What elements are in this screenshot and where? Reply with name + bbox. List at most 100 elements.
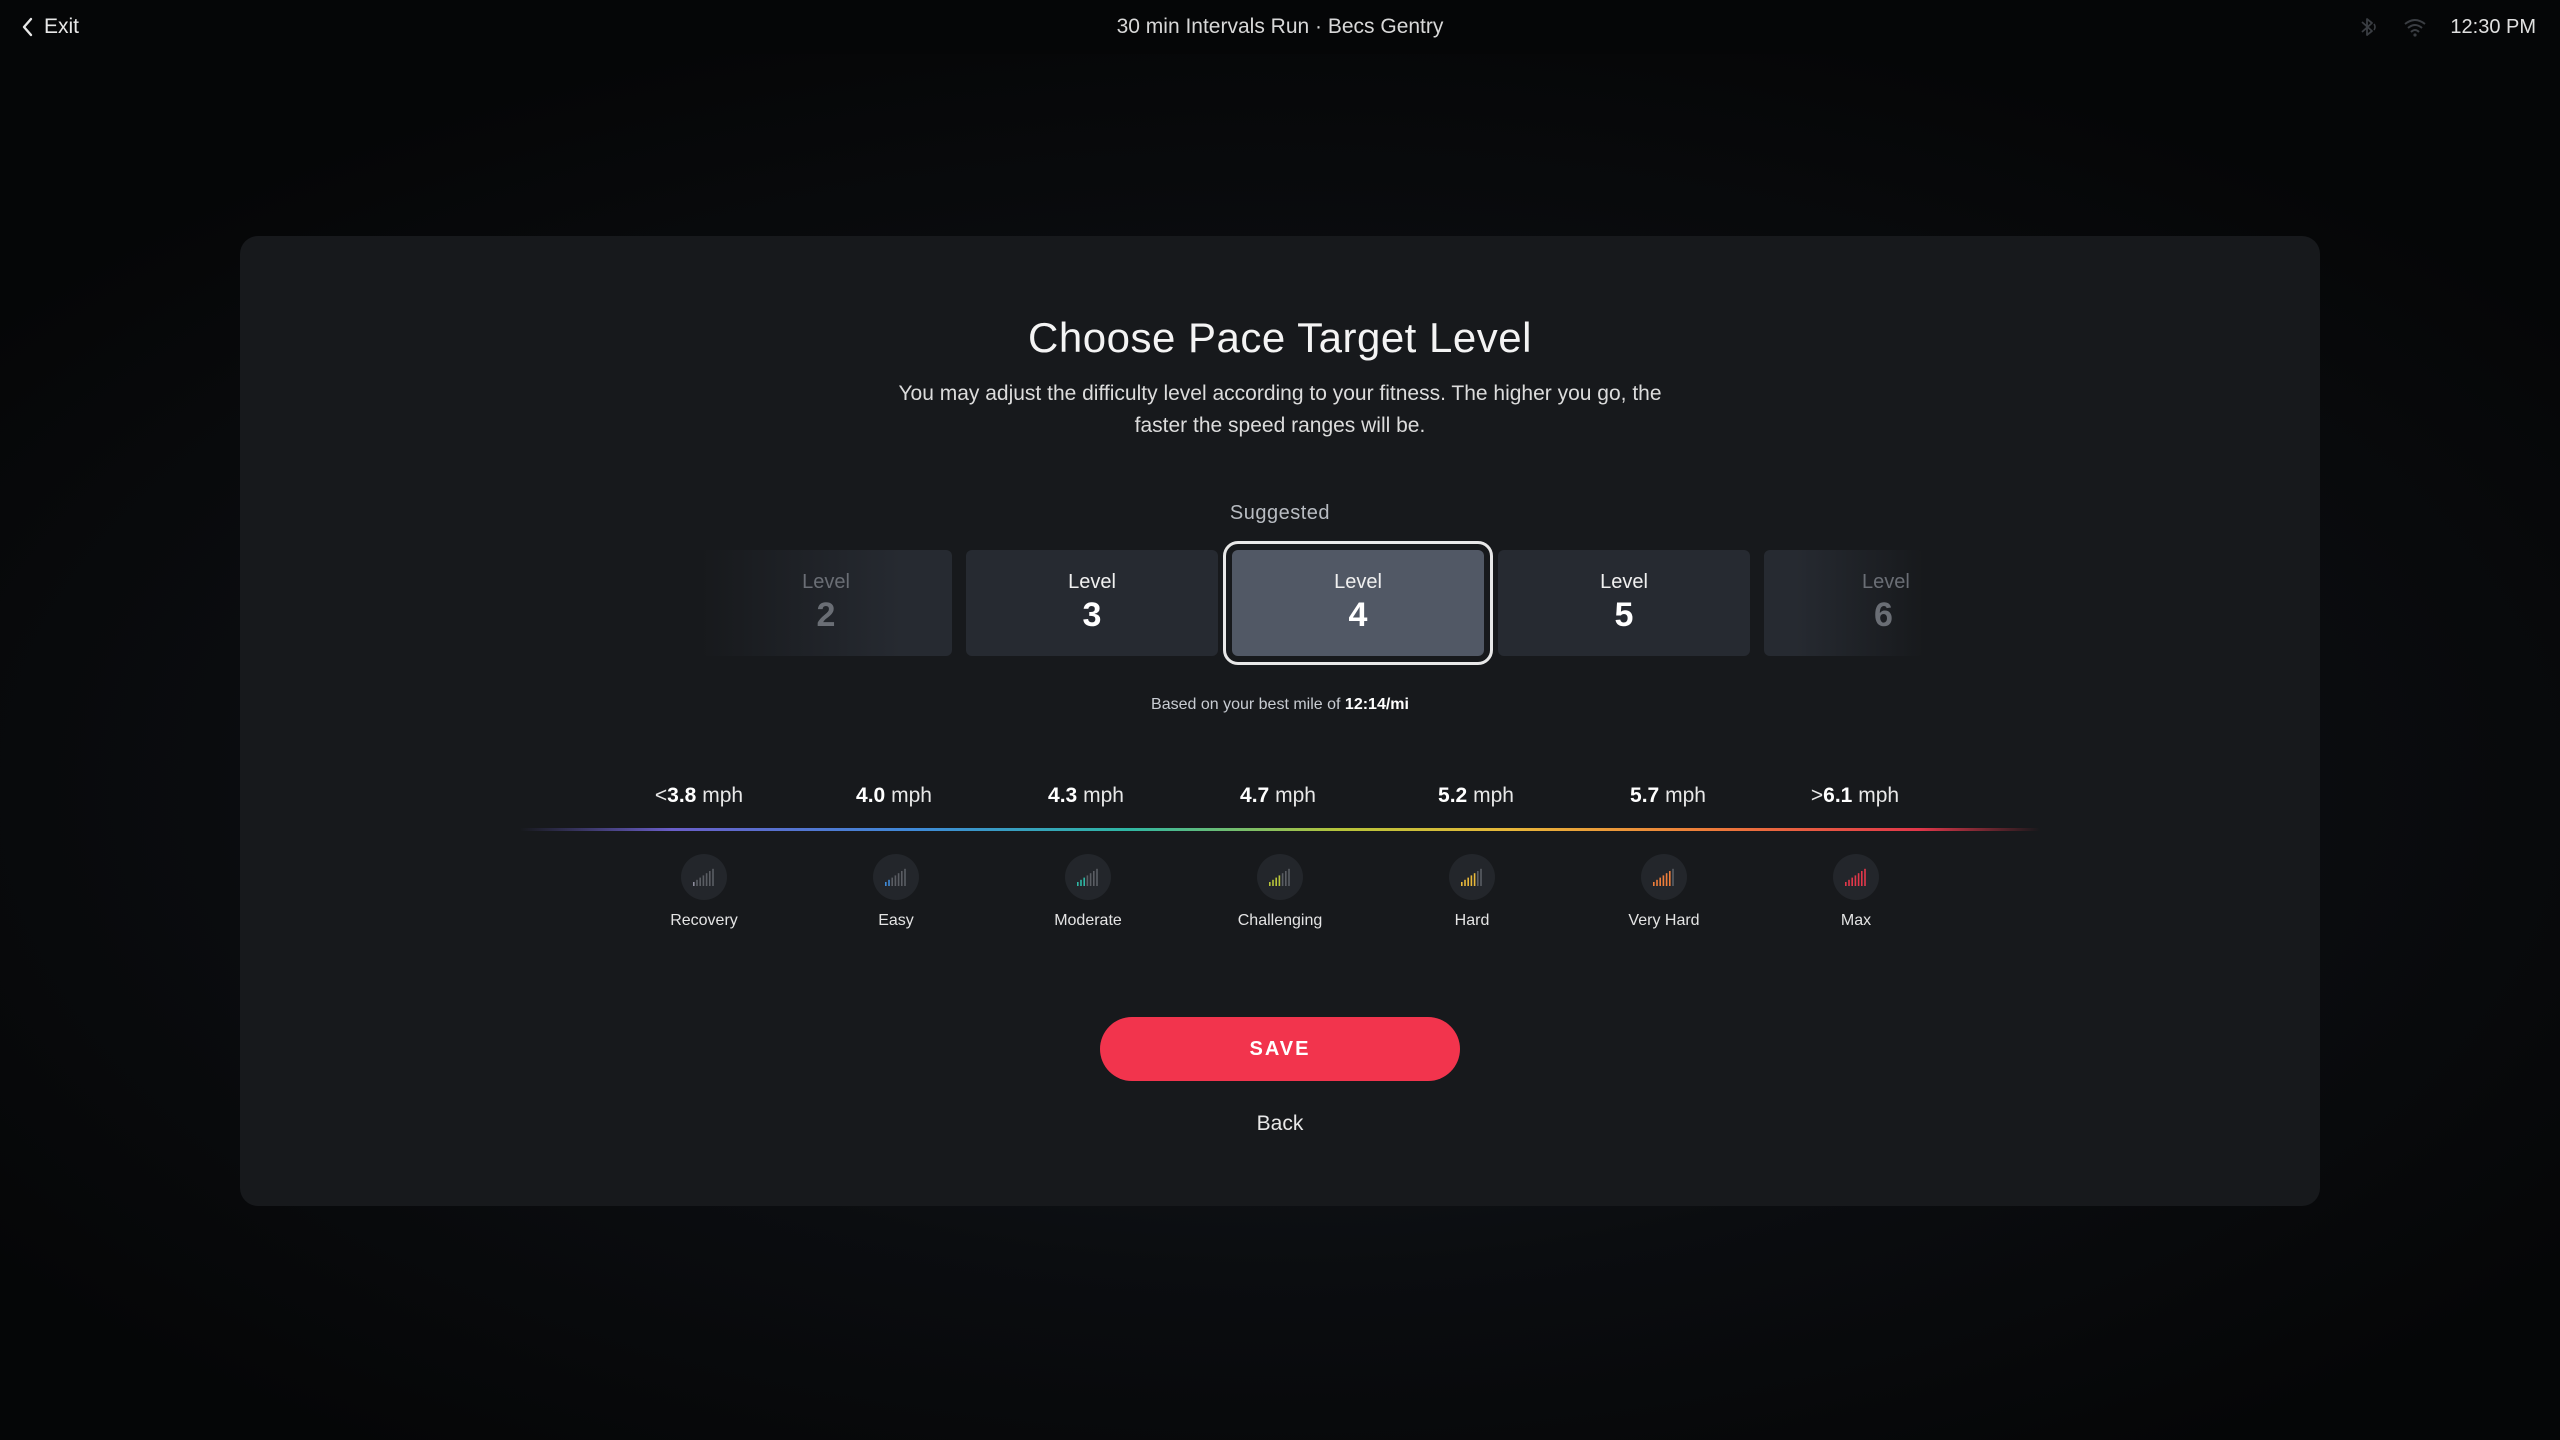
level-card-number: 5 [1614,596,1634,634]
level-card-2[interactable]: Level 2 [700,550,952,656]
intensity-bar [1093,871,1095,886]
intensity-bar [1083,877,1085,886]
intensity-bar [1477,871,1479,886]
intensity-bars-icon [1065,854,1111,900]
intensity-bar [894,875,897,886]
intensity-bar [1096,868,1098,886]
wifi-icon [2404,19,2427,37]
speed-value: 4.0 mph [856,784,932,807]
speed-value: >6.1 mph [1810,784,1900,807]
intensity-bar [1848,879,1850,886]
suggested-label: Suggested [1229,502,1331,524]
intensity-bar [702,875,705,886]
speed-value: 5.7 mph [1630,784,1706,807]
intensity-bar [1464,879,1466,886]
speed-value: 4.3 mph [1048,784,1124,807]
intensity-bar [1854,875,1857,886]
level-card-label: Level [1334,571,1382,593]
intensity-bar [705,873,708,886]
intensity-bar [885,882,887,886]
level-card-5[interactable]: Level 5 [1498,550,1750,656]
zone-label: Easy [878,912,914,929]
intensity-bar [1653,882,1655,886]
save-button[interactable]: SAVE [1100,1017,1460,1081]
level-card-4-selected[interactable]: Level 4 [1223,541,1493,665]
intensity-bar [699,877,701,886]
zone-very-hard: Very Hard [1584,854,1744,930]
intensity-bar [1089,873,1092,886]
intensity-bar [1656,879,1658,886]
zone-label: Recovery [670,912,738,929]
zone-max: Max [1776,854,1936,930]
intensity-bar [904,868,906,886]
level-card-number: 3 [1082,596,1102,634]
intensity-bar [891,877,893,886]
intensity-bar [1845,882,1847,886]
intensity-bar [1086,875,1089,886]
pace-level-modal: Choose Pace Target Level You may adjust … [240,236,2320,1206]
intensity-bar [1665,873,1668,886]
clock-time: 12:30 PM [2450,15,2536,38]
intensity-bar [693,882,695,886]
intensity-bar [888,879,890,886]
zone-label: Challenging [1237,912,1323,929]
zone-moderate: Moderate [1008,854,1168,930]
level-card-label: Level [1600,571,1648,593]
intensity-bar [1851,877,1853,886]
intensity-bar [709,871,711,886]
zone-recovery: Recovery [624,854,784,930]
intensity-bar [1272,879,1274,886]
intensity-spectrum-line [520,828,2040,831]
intensity-zones: Recovery Easy Moderate Challenging Hard … [240,854,2320,934]
back-button[interactable]: Back [240,1112,2320,1136]
modal-description: You may adjust the difficulty level acco… [898,382,1662,437]
speed-value: 5.2 mph [1438,784,1514,807]
intensity-bar [696,879,698,886]
level-card-6[interactable]: Level 6 [1764,550,1924,656]
intensity-bar [1077,882,1079,886]
level-card-number: 2 [816,596,836,634]
chevron-left-icon [22,17,33,37]
screen: Exit 30 min Intervals Run · Becs Gentry … [0,0,2560,1440]
intensity-bar [1467,877,1469,886]
best-mile-note: Based on your best mile of 12:14/mi [240,696,2320,714]
status-area: 12:30 PM [2354,0,2536,54]
level-card-number: 4 [1348,596,1368,634]
intensity-bars-icon [681,854,727,900]
intensity-bar [1480,868,1482,886]
zone-label: Max [1840,912,1872,929]
exit-label: Exit [44,15,80,38]
zone-label: Moderate [1054,912,1122,929]
intensity-bar [1857,873,1860,886]
level-card-label: Level [802,571,850,593]
intensity-bars-icon [873,854,919,900]
level-card-label: Level [1862,571,1910,593]
level-card-label: Level [1068,571,1116,593]
exit-button[interactable]: Exit [20,0,79,54]
top-bar: Exit 30 min Intervals Run · Becs Gentry … [0,0,2560,54]
intensity-bar [1281,873,1284,886]
speed-value: <3.8 mph [654,784,744,807]
intensity-bar [1659,877,1661,886]
intensity-bar [901,871,903,886]
level-card-3[interactable]: Level 3 [966,550,1218,656]
bluetooth-icon [2361,18,2377,36]
intensity-bars-icon [1833,854,1879,900]
best-mile-value: 12:14/mi [1344,696,1409,713]
level-card-number: 6 [1874,596,1893,634]
intensity-bars-icon [1257,854,1303,900]
zone-hard: Hard [1392,854,1552,930]
zone-challenging: Challenging [1200,854,1360,930]
intensity-bar [1288,868,1290,886]
intensity-bars-icon [1641,854,1687,900]
intensity-bar [1285,871,1287,886]
zone-label: Hard [1454,912,1490,929]
intensity-bar [1864,868,1866,886]
level-carousel[interactable]: Level 2 Level 3 Level 4 Level 5 Level 6 [700,541,1924,665]
speed-ranges: <3.8 mph 4.0 mph 4.3 mph 4.7 mph 5.2 mph… [240,784,2320,824]
intensity-bar [1470,875,1473,886]
zone-label: Very Hard [1628,912,1700,929]
intensity-bar [712,868,714,886]
intensity-bar [1269,882,1271,886]
intensity-bar [1278,875,1281,886]
